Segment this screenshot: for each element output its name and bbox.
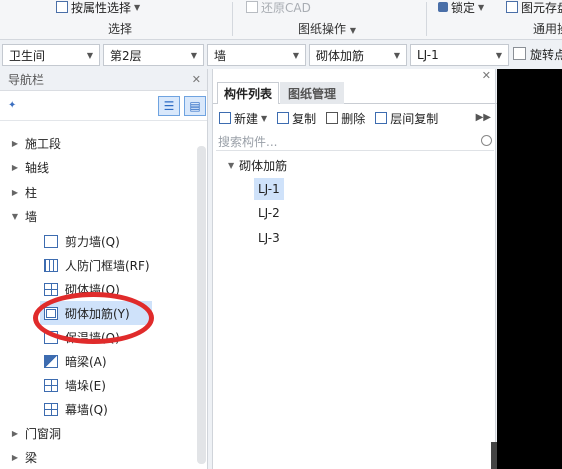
tab-drawing-management[interactable]: 图纸管理	[280, 82, 344, 104]
list-view-button[interactable]: ☰	[158, 96, 180, 116]
component-item-lj-1[interactable]: LJ-1	[254, 178, 284, 200]
floor-select[interactable]: 第2层 ▼	[103, 44, 204, 66]
hidden-beam-icon	[44, 354, 58, 368]
drawing-canvas[interactable]	[497, 69, 562, 469]
chevron-down-icon: ▼	[190, 50, 197, 60]
close-icon[interactable]: ✕	[482, 69, 491, 82]
component-toolbar: 新建 ▼ 复制 删除 层间复制	[213, 106, 497, 130]
shear-wall-icon	[44, 234, 58, 248]
curtain-wall-icon	[44, 402, 58, 416]
close-icon[interactable]: ✕	[192, 73, 201, 86]
trash-icon	[326, 112, 339, 124]
tree-item-civil-defense-door-wall[interactable]: 人防门框墙(RF)	[44, 253, 150, 277]
component-tabs: 构件列表 图纸管理	[213, 82, 497, 104]
chevron-right-icon[interactable]: ▶	[8, 453, 22, 462]
chevron-right-icon[interactable]: ▶	[8, 163, 22, 172]
group-label-select: 选择	[108, 22, 133, 36]
detail-view-button[interactable]: ▤	[184, 96, 206, 116]
pin-icon[interactable]: ✦	[8, 100, 16, 111]
component-search-input[interactable]: 搜索构件...	[216, 133, 494, 151]
chevron-down-icon[interactable]: ▼	[8, 212, 22, 221]
red-annotation-ellipse	[33, 292, 154, 344]
category-select[interactable]: 墙 ▼	[207, 44, 306, 66]
tree-item-door-window-opening[interactable]: ▶ 门窗洞	[0, 421, 61, 445]
ribbon-divider	[232, 2, 233, 36]
rotate-point-checkbox[interactable]	[513, 47, 526, 60]
canvas-scroll-handle[interactable]	[491, 442, 497, 469]
instance-select[interactable]: LJ-1 ▼	[410, 44, 509, 66]
tree-item-curtain-wall[interactable]: 幕墙(Q)	[44, 397, 108, 421]
new-button[interactable]: 新建 ▼	[219, 110, 267, 127]
nav-toolbar: ✦ ☰ ▤	[0, 91, 207, 121]
copy-icon	[277, 112, 290, 124]
component-group-masonry-reinforcement[interactable]: ▼ 砌体加筋	[228, 154, 287, 176]
chevron-right-icon[interactable]: ▶	[8, 188, 22, 197]
tab-component-list[interactable]: 构件列表	[217, 82, 279, 104]
attribute-select-icon	[56, 1, 68, 13]
select-by-attribute-button[interactable]: 按属性选择 ▼	[56, 0, 141, 15]
masonry-wall-icon	[44, 282, 58, 296]
new-icon	[219, 112, 231, 124]
chevron-right-icon[interactable]: ▶	[8, 139, 22, 148]
copy-button[interactable]: 复制	[277, 110, 316, 127]
more-arrows-icon[interactable]: ▶▶	[476, 112, 491, 123]
chevron-down-icon: ▼	[292, 50, 299, 60]
restore-cad-icon	[246, 1, 258, 13]
chevron-down-icon: ▼	[393, 50, 400, 60]
tree-item-construction-section[interactable]: ▶ 施工段	[0, 131, 61, 155]
wall-pier-icon	[44, 378, 58, 392]
tree-item-shear-wall[interactable]: 剪力墙(Q)	[44, 229, 120, 253]
group-label-drawing-ops[interactable]: 图纸操作 ▼	[298, 20, 356, 37]
chevron-down-icon: ▼	[478, 2, 485, 12]
chevron-down-icon: ▼	[261, 113, 268, 123]
tree-item-wall-pier[interactable]: 墙垛(E)	[44, 373, 106, 397]
chevron-down-icon: ▼	[495, 50, 502, 60]
component-item-lj-3[interactable]: LJ-3	[254, 227, 284, 249]
nav-panel-title: 导航栏	[8, 73, 45, 87]
component-item-lj-2[interactable]: LJ-2	[254, 202, 284, 224]
tree-item-hidden-beam[interactable]: 暗梁(A)	[44, 349, 107, 373]
selector-row: 卫生间 ▼ 第2层 ▼ 墙 ▼ 砌体加筋 ▼ LJ-1 ▼	[0, 43, 562, 67]
group-label-general: 通用操	[533, 22, 562, 36]
tree-item-beam[interactable]: ▶ 梁	[0, 445, 37, 469]
chevron-down-icon: ▼	[134, 2, 141, 12]
room-select[interactable]: 卫生间 ▼	[2, 44, 100, 66]
lock-button[interactable]: 锁定 ▼	[438, 0, 485, 15]
save-icon	[506, 1, 518, 13]
chevron-down-icon: ▼	[86, 50, 93, 60]
chevron-down-icon[interactable]: ▼	[228, 161, 234, 170]
rotate-point-label: 旋转点	[530, 48, 562, 62]
delete-button[interactable]: 删除	[326, 110, 365, 127]
nav-panel-header: 导航栏 ✕	[0, 69, 207, 91]
tree-item-column[interactable]: ▶ 柱	[0, 180, 37, 204]
search-icon[interactable]	[481, 135, 492, 146]
detail-view-icon: ▤	[189, 99, 201, 113]
chevron-right-icon[interactable]: ▶	[8, 429, 22, 438]
floor-copy-button[interactable]: 层间复制	[375, 110, 438, 127]
floor-copy-icon	[375, 112, 388, 124]
nav-scrollbar[interactable]	[197, 146, 206, 464]
ribbon-divider	[426, 2, 427, 36]
lock-icon	[438, 2, 448, 12]
element-save-button[interactable]: 图元存盘	[506, 0, 562, 15]
chevron-down-icon: ▼	[349, 26, 356, 35]
ribbon-toolbar: 按属性选择 ▼ 选择 还原CAD 图纸操作 ▼ 锁定 ▼ 图元存盘 通用操	[0, 0, 562, 40]
tree-item-axis[interactable]: ▶ 轴线	[0, 155, 49, 179]
restore-cad-button[interactable]: 还原CAD	[246, 0, 311, 15]
type-select[interactable]: 砌体加筋 ▼	[309, 44, 407, 66]
civil-defense-door-wall-icon	[44, 258, 58, 272]
tree-item-wall[interactable]: ▼ 墙	[0, 204, 37, 228]
component-panel: ✕ 构件列表 图纸管理 新建 ▼ 复制 删除 层间复制 ▶▶ 搜索构件...	[212, 69, 497, 469]
list-view-icon: ☰	[163, 99, 175, 113]
